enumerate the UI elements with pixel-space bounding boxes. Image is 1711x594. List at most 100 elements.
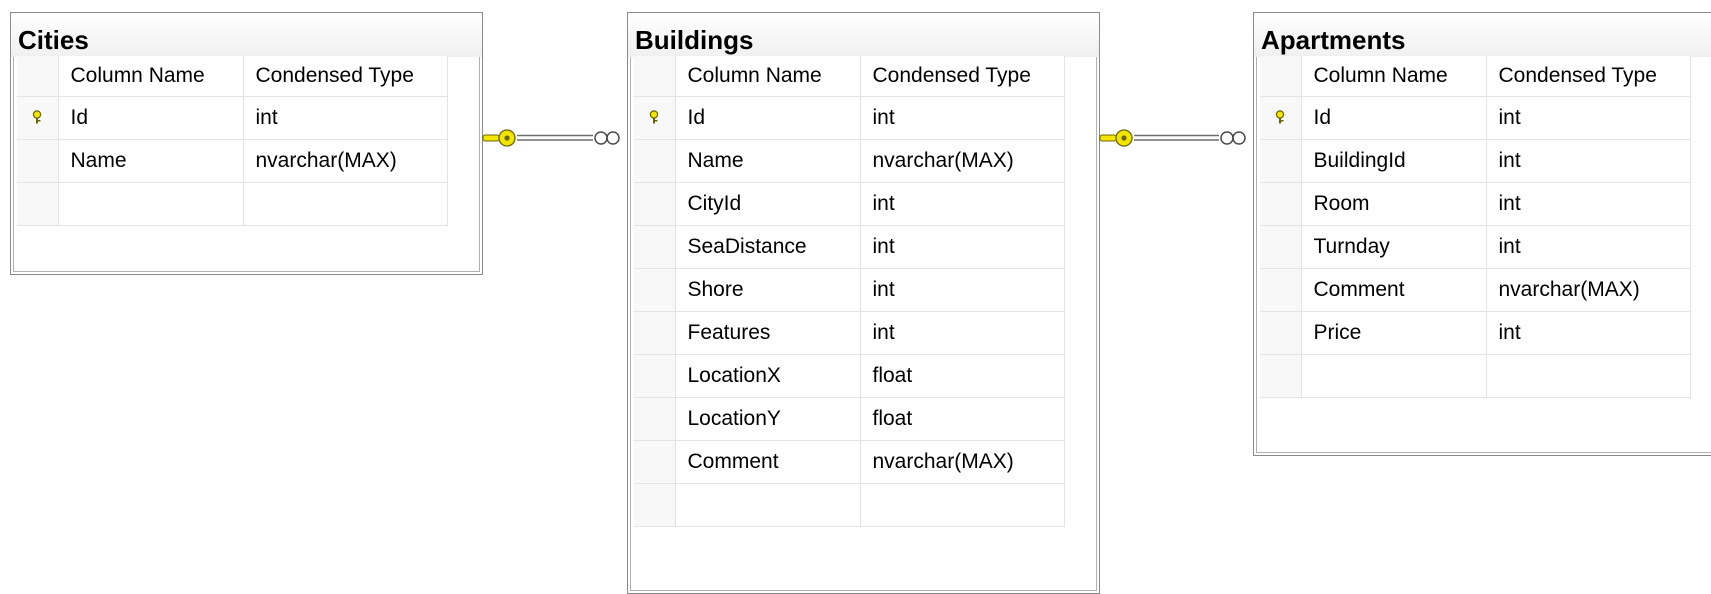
new-row[interactable] xyxy=(634,483,1065,527)
table-row[interactable]: Name nvarchar(MAX) xyxy=(17,139,448,183)
condensed-type-cell[interactable]: nvarchar(MAX) xyxy=(243,139,448,183)
row-selector-header xyxy=(634,56,676,97)
table-row[interactable]: Room int xyxy=(1260,182,1691,226)
condensed-type-cell[interactable] xyxy=(1486,354,1691,398)
row-selector[interactable] xyxy=(634,96,676,140)
table-grid-apartments: Column Name Condensed Type Id int Buildi… xyxy=(1260,56,1691,398)
column-name-cell[interactable] xyxy=(58,182,244,226)
row-selector[interactable] xyxy=(1260,139,1302,183)
primary-key-icon xyxy=(1276,109,1285,123)
table-row[interactable]: LocationY float xyxy=(634,397,1065,441)
column-name-cell[interactable]: LocationY xyxy=(675,397,861,441)
condensed-type-cell[interactable]: float xyxy=(860,354,1065,398)
condensed-type-cell[interactable] xyxy=(243,182,448,226)
condensed-type-cell[interactable]: int xyxy=(860,96,1065,140)
column-name-header: Column Name xyxy=(675,56,861,97)
table-row[interactable]: LocationX float xyxy=(634,354,1065,398)
condensed-type-cell[interactable]: int xyxy=(1486,225,1691,269)
row-selector[interactable] xyxy=(634,354,676,398)
column-name-cell[interactable] xyxy=(675,483,861,527)
row-selector[interactable] xyxy=(634,225,676,269)
row-selector[interactable] xyxy=(634,182,676,226)
column-name-cell[interactable] xyxy=(1301,354,1487,398)
row-selector[interactable] xyxy=(1260,354,1302,398)
column-name-cell[interactable]: Price xyxy=(1301,311,1487,355)
table-row[interactable]: Turnday int xyxy=(1260,225,1691,269)
row-selector[interactable] xyxy=(634,139,676,183)
table-row[interactable]: Name nvarchar(MAX) xyxy=(634,139,1065,183)
condensed-type-cell[interactable]: nvarchar(MAX) xyxy=(860,440,1065,484)
table-row[interactable]: Id int xyxy=(17,96,448,140)
condensed-type-cell[interactable]: int xyxy=(860,225,1065,269)
row-selector[interactable] xyxy=(1260,225,1302,269)
new-row[interactable] xyxy=(1260,354,1691,398)
header-row: Column Name Condensed Type xyxy=(17,56,448,97)
column-name-cell[interactable]: Id xyxy=(1301,96,1487,140)
column-name-cell[interactable]: Shore xyxy=(675,268,861,312)
row-selector[interactable] xyxy=(634,483,676,527)
row-selector-header xyxy=(17,56,59,97)
header-row: Column Name Condensed Type xyxy=(634,56,1065,97)
table-row[interactable]: Price int xyxy=(1260,311,1691,355)
table-row[interactable]: BuildingId int xyxy=(1260,139,1691,183)
primary-key-icon xyxy=(650,109,659,123)
row-selector[interactable] xyxy=(634,397,676,441)
row-selector[interactable] xyxy=(634,311,676,355)
row-selector[interactable] xyxy=(17,182,59,226)
condensed-type-cell[interactable]: int xyxy=(1486,182,1691,226)
table-row[interactable]: Id int xyxy=(634,96,1065,140)
column-name-cell[interactable]: Id xyxy=(58,96,244,140)
row-selector[interactable] xyxy=(1260,268,1302,312)
column-name-cell[interactable]: LocationX xyxy=(675,354,861,398)
condensed-type-cell[interactable]: int xyxy=(1486,139,1691,183)
infinity-icon xyxy=(1220,131,1246,145)
column-name-cell[interactable]: BuildingId xyxy=(1301,139,1487,183)
column-name-cell[interactable]: Id xyxy=(675,96,861,140)
table-title-cities: Cities xyxy=(11,13,482,57)
relationship-line-buildings-apartments[interactable] xyxy=(1098,128,1253,148)
column-name-cell[interactable]: CityId xyxy=(675,182,861,226)
row-selector[interactable] xyxy=(634,440,676,484)
infinity-icon xyxy=(594,131,620,145)
column-name-cell[interactable]: Turnday xyxy=(1301,225,1487,269)
column-name-cell[interactable]: Comment xyxy=(675,440,861,484)
header-row: Column Name Condensed Type xyxy=(1260,56,1691,97)
column-name-cell[interactable]: Room xyxy=(1301,182,1487,226)
primary-key-icon xyxy=(33,109,42,123)
row-selector[interactable] xyxy=(1260,182,1302,226)
table-cities[interactable]: Cities Column Name Condensed Type Id int… xyxy=(10,12,483,275)
row-selector[interactable] xyxy=(1260,96,1302,140)
table-row[interactable]: Comment nvarchar(MAX) xyxy=(1260,268,1691,312)
condensed-type-cell[interactable]: nvarchar(MAX) xyxy=(1486,268,1691,312)
condensed-type-cell[interactable]: nvarchar(MAX) xyxy=(860,139,1065,183)
condensed-type-cell[interactable]: float xyxy=(860,397,1065,441)
condensed-type-cell[interactable]: int xyxy=(860,182,1065,226)
condensed-type-cell[interactable]: int xyxy=(1486,96,1691,140)
table-row[interactable]: Features int xyxy=(634,311,1065,355)
column-name-cell[interactable]: Name xyxy=(58,139,244,183)
row-selector[interactable] xyxy=(17,139,59,183)
column-name-cell[interactable]: SeaDistance xyxy=(675,225,861,269)
condensed-type-cell[interactable]: int xyxy=(860,268,1065,312)
row-selector-header xyxy=(1260,56,1302,97)
column-name-header: Column Name xyxy=(1301,56,1487,97)
condensed-type-cell[interactable]: int xyxy=(860,311,1065,355)
row-selector[interactable] xyxy=(634,268,676,312)
row-selector[interactable] xyxy=(1260,311,1302,355)
column-name-cell[interactable]: Name xyxy=(675,139,861,183)
table-row[interactable]: SeaDistance int xyxy=(634,225,1065,269)
table-row[interactable]: CityId int xyxy=(634,182,1065,226)
table-apartments[interactable]: Apartments Column Name Condensed Type Id… xyxy=(1253,12,1711,456)
table-row[interactable]: Id int xyxy=(1260,96,1691,140)
table-buildings[interactable]: Buildings Column Name Condensed Type Id … xyxy=(627,12,1100,594)
condensed-type-cell[interactable]: int xyxy=(1486,311,1691,355)
condensed-type-cell[interactable]: int xyxy=(243,96,448,140)
relationship-line-cities-buildings[interactable] xyxy=(481,128,627,148)
column-name-cell[interactable]: Features xyxy=(675,311,861,355)
new-row[interactable] xyxy=(17,182,448,226)
table-row[interactable]: Comment nvarchar(MAX) xyxy=(634,440,1065,484)
row-selector[interactable] xyxy=(17,96,59,140)
condensed-type-cell[interactable] xyxy=(860,483,1065,527)
table-row[interactable]: Shore int xyxy=(634,268,1065,312)
column-name-cell[interactable]: Comment xyxy=(1301,268,1487,312)
